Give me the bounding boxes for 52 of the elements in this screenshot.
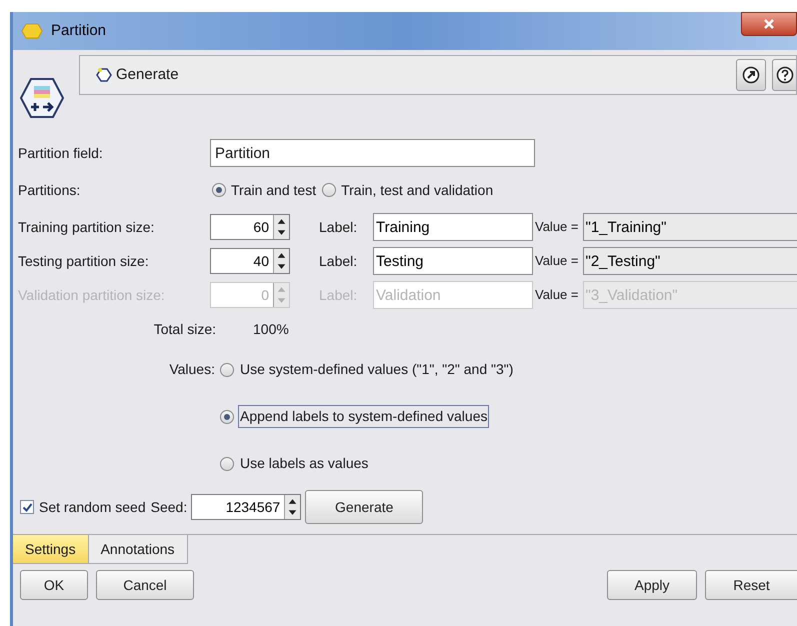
number-spinner[interactable]: 1234567 bbox=[191, 494, 302, 520]
help-button[interactable] bbox=[772, 59, 796, 91]
number-spinner[interactable]: 60 bbox=[210, 214, 290, 240]
radio-button[interactable] bbox=[322, 183, 336, 197]
value-input[interactable]: "1_Training" bbox=[582, 213, 797, 241]
checkbox-label[interactable]: Set random seed bbox=[39, 496, 146, 518]
field-label: Label: bbox=[319, 286, 358, 304]
hexagon-icon bbox=[96, 67, 112, 83]
field-label: Label: bbox=[319, 252, 358, 270]
dialog-button[interactable]: Reset bbox=[705, 570, 797, 600]
close-button[interactable] bbox=[741, 12, 797, 36]
dialog-button[interactable]: Apply bbox=[607, 570, 697, 600]
dialog-button[interactable]: Cancel bbox=[96, 570, 194, 600]
dialog-button[interactable]: OK bbox=[20, 570, 88, 600]
generate-menu-button[interactable]: Generate bbox=[96, 64, 179, 86]
field-label: Validation partition size: bbox=[18, 286, 166, 305]
checkbox[interactable] bbox=[20, 500, 34, 514]
radio-label[interactable]: Use system-defined values ("1", "2" and "3") bbox=[238, 358, 516, 381]
total-value: 100% bbox=[253, 320, 289, 338]
seed-label: Seed: bbox=[150, 498, 188, 516]
field-label: Label: bbox=[319, 218, 358, 236]
value-input[interactable]: "2_Testing" bbox=[582, 247, 797, 275]
number-spinner[interactable]: 40 bbox=[210, 248, 290, 274]
radio-button[interactable] bbox=[220, 362, 234, 376]
field-label: Testing partition size: bbox=[18, 252, 150, 271]
partition-field-input[interactable]: Partition bbox=[210, 139, 535, 167]
radio-button[interactable] bbox=[212, 183, 226, 197]
field-label: Partitions: bbox=[18, 180, 82, 200]
radio-label[interactable]: Use labels as values bbox=[238, 452, 370, 475]
help-icon bbox=[776, 66, 794, 84]
generate-button[interactable]: Generate bbox=[305, 490, 424, 524]
tab[interactable]: Annotations bbox=[88, 535, 188, 564]
field-label: Training partition size: bbox=[18, 218, 156, 237]
radio-button[interactable] bbox=[220, 410, 234, 424]
total-label: Total size: bbox=[152, 320, 216, 338]
window-title: Partition bbox=[51, 20, 106, 41]
label-input[interactable]: Testing bbox=[373, 247, 533, 275]
field-label: Value = bbox=[535, 218, 578, 236]
radio-button[interactable] bbox=[220, 456, 234, 470]
tab[interactable]: Settings bbox=[13, 535, 89, 564]
radio-label[interactable]: Train, test and validation bbox=[341, 180, 494, 200]
node-icon bbox=[19, 77, 65, 119]
values-label: Values: bbox=[169, 360, 215, 379]
close-icon bbox=[763, 18, 775, 30]
field-label: Value = bbox=[535, 252, 578, 270]
field-label: Partition field: bbox=[18, 144, 104, 162]
field-label: Value = bbox=[535, 286, 578, 304]
label-input[interactable]: Training bbox=[373, 213, 533, 241]
radio-label[interactable]: Train and test bbox=[231, 180, 316, 200]
expand-button[interactable] bbox=[736, 59, 766, 91]
app-icon bbox=[21, 22, 43, 40]
radio-label[interactable]: Append labels to system-defined values bbox=[238, 405, 490, 428]
